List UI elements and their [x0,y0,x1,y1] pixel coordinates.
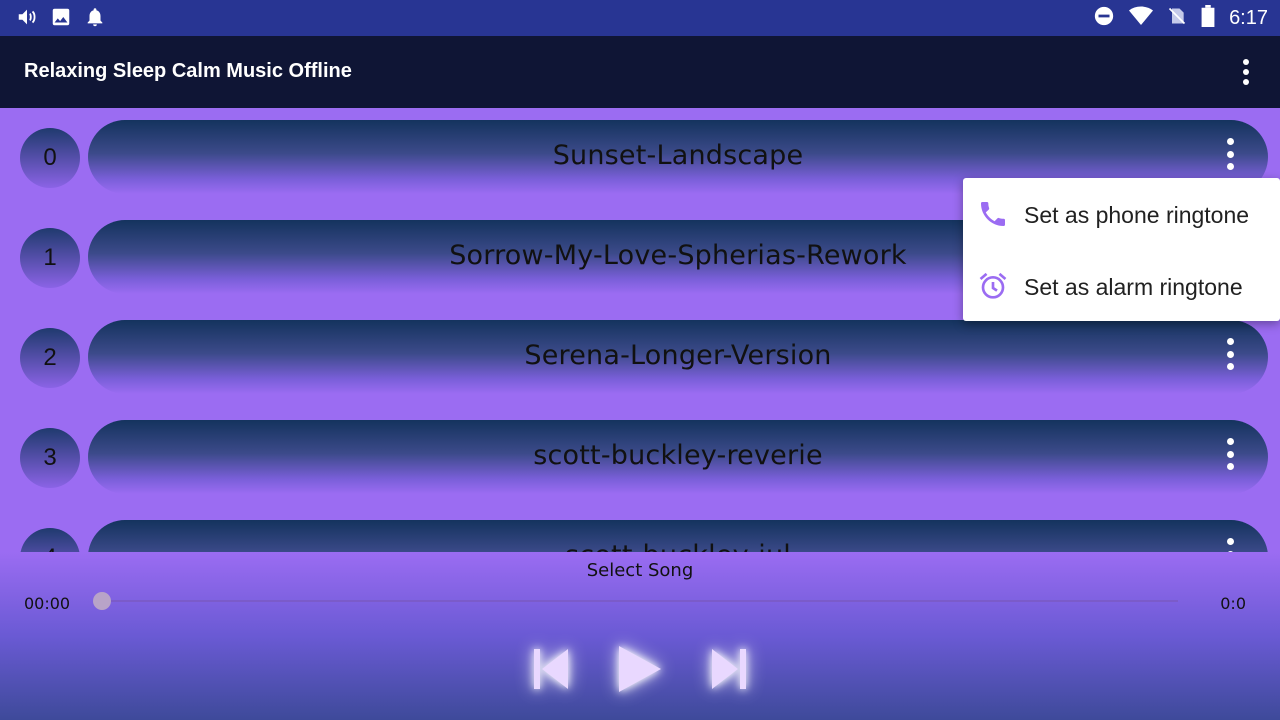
song-row-4[interactable]: 4 scott-buckley-jul [0,520,1280,552]
set-alarm-ringtone-item[interactable]: Set as alarm ringtone [963,254,1280,318]
seek-bar[interactable] [102,600,1178,602]
alarm-icon [977,270,1009,302]
song-index: 2 [20,328,80,388]
duration-time: 0:0 [1220,594,1246,613]
status-time: 6:17 [1229,7,1268,29]
song-row-2[interactable]: 2 Serena-Longer-Version [0,320,1280,396]
no-sim-icon [1167,5,1187,32]
image-icon [50,6,72,33]
app-bar: Relaxing Sleep Calm Music Offline [0,36,1280,108]
song-title: Serena-Longer-Version [524,340,832,371]
song-title: scott-buckley-jul [88,540,1268,552]
song-menu-icon[interactable] [1226,138,1234,170]
dnd-icon [1093,5,1115,32]
song-pill[interactable]: scott-buckley-jul [88,520,1268,552]
player-panel: Select Song 00:00 0:0 [0,552,1280,720]
wifi-icon [1129,5,1154,32]
volume-icon [16,6,38,33]
song-list[interactable]: 0 Sunset-Landscape 1 Sorrow-My-Love-Sphe… [0,108,1280,552]
elapsed-time: 00:00 [24,594,71,613]
song-row-3[interactable]: 3 scott-buckley-reverie [0,420,1280,496]
song-menu-icon[interactable] [1226,538,1234,552]
skip-previous-icon[interactable] [532,646,570,697]
song-title: Sunset-Landscape [552,140,804,171]
more-vert-icon[interactable] [1234,56,1258,88]
song-pill[interactable]: scott-buckley-reverie [88,420,1268,494]
seek-thumb[interactable] [93,592,111,610]
status-bar: 6:17 [0,0,1280,36]
battery-icon [1201,5,1215,32]
song-index: 3 [20,428,80,488]
bell-icon [84,6,106,33]
song-menu-icon[interactable] [1226,438,1234,470]
song-pill[interactable]: Serena-Longer-Version [88,320,1268,394]
ringtone-popup-menu: Set as phone ringtone Set as alarm ringt… [963,178,1280,321]
set-alarm-ringtone-label: Set as alarm ringtone [1024,274,1243,300]
song-index: 4 [20,528,80,552]
song-index: 1 [20,228,80,288]
app-title: Relaxing Sleep Calm Music Offline [24,60,352,82]
song-menu-icon[interactable] [1226,338,1234,370]
song-title: scott-buckley-reverie [533,440,823,471]
song-index: 0 [20,128,80,188]
skip-next-icon[interactable] [710,646,748,697]
play-icon[interactable] [617,644,663,699]
phone-icon [977,198,1009,230]
set-phone-ringtone-label: Set as phone ringtone [1024,202,1250,228]
set-phone-ringtone-item[interactable]: Set as phone ringtone [963,182,1280,246]
now-playing-title: Select Song [586,560,694,581]
